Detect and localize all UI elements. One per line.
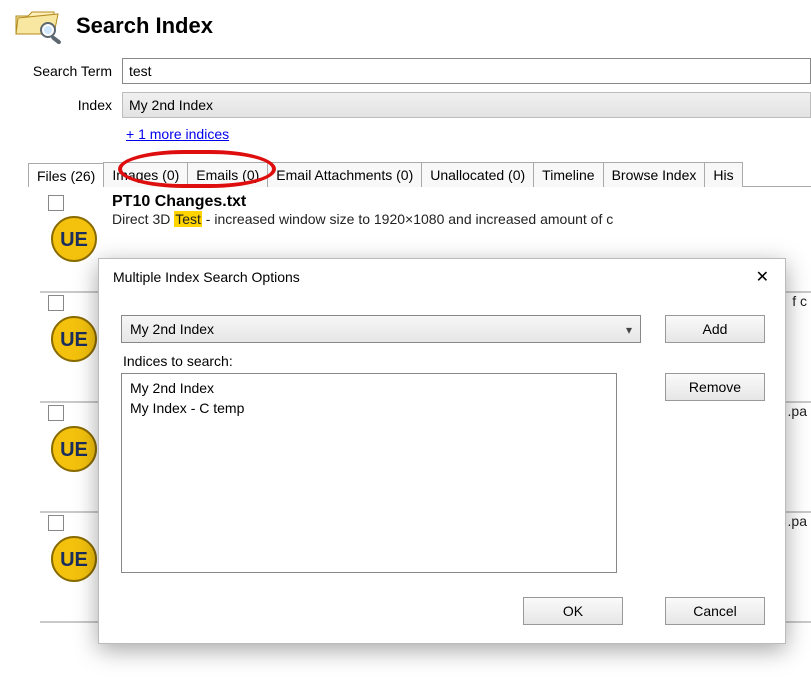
tab-unallocated[interactable]: Unallocated (0) xyxy=(421,162,534,187)
dialog-close-button[interactable]: ✕ xyxy=(750,267,775,287)
svg-text:UE: UE xyxy=(60,439,88,461)
remove-button[interactable]: Remove xyxy=(665,373,765,401)
search-term-label: Search Term xyxy=(14,63,122,79)
result-tabs: Files (26) Images (0) Emails (0) Email A… xyxy=(28,162,811,187)
list-item[interactable]: My 2nd Index xyxy=(130,378,608,398)
index-select-value: My 2nd Index xyxy=(130,321,214,337)
index-label: Index xyxy=(14,97,122,113)
ultraedit-icon: UE xyxy=(50,535,98,583)
index-row: Index My 2nd Index xyxy=(0,88,811,122)
index-dropdown-value: My 2nd Index xyxy=(129,97,213,113)
svg-text:UE: UE xyxy=(60,229,88,251)
svg-text:UE: UE xyxy=(60,549,88,571)
cancel-button[interactable]: Cancel xyxy=(665,597,765,625)
app-header: Search Index xyxy=(0,0,811,54)
ultraedit-icon: UE xyxy=(50,425,98,473)
indices-listbox[interactable]: My 2nd Index My Index - C temp xyxy=(121,373,617,573)
dialog-titlebar: Multiple Index Search Options ✕ xyxy=(99,259,785,295)
search-folder-icon xyxy=(14,8,64,44)
result-snippet: Direct 3D Test - increased window size t… xyxy=(112,211,811,227)
more-indices-link[interactable]: + 1 more indices xyxy=(122,124,233,144)
tab-emails[interactable]: Emails (0) xyxy=(187,162,268,187)
svg-text:UE: UE xyxy=(60,329,88,351)
add-button[interactable]: Add xyxy=(665,315,765,343)
tab-email-attachments[interactable]: Email Attachments (0) xyxy=(267,162,422,187)
snippet-match: Test xyxy=(174,211,202,227)
snippet-after: - increased window size to 1920×1080 and… xyxy=(202,211,613,227)
chevron-down-icon xyxy=(620,321,632,337)
result-checkbox[interactable] xyxy=(48,295,64,311)
list-item[interactable]: My Index - C temp xyxy=(130,398,608,418)
result-file-title: PT10 Changes.txt xyxy=(112,193,811,211)
search-term-input[interactable] xyxy=(122,58,811,84)
tab-browse-index[interactable]: Browse Index xyxy=(603,162,706,187)
result-checkbox[interactable] xyxy=(48,515,64,531)
ultraedit-icon: UE xyxy=(50,215,98,263)
snippet-before: Direct 3D xyxy=(112,211,174,227)
tab-images[interactable]: Images (0) xyxy=(103,162,188,187)
tab-files[interactable]: Files (26) xyxy=(28,163,104,187)
index-dropdown[interactable]: My 2nd Index xyxy=(122,92,811,118)
dialog-columns: My 2nd Index My Index - C temp Remove xyxy=(121,373,765,573)
multiple-index-dialog: Multiple Index Search Options ✕ My 2nd I… xyxy=(98,258,786,644)
result-checkbox[interactable] xyxy=(48,405,64,421)
indices-to-search-label: Indices to search: xyxy=(123,353,765,369)
search-term-row: Search Term xyxy=(0,54,811,88)
ok-button[interactable]: OK xyxy=(523,597,623,625)
tab-timeline[interactable]: Timeline xyxy=(533,162,603,187)
close-icon: ✕ xyxy=(756,269,769,286)
page-title: Search Index xyxy=(76,13,213,39)
result-checkbox[interactable] xyxy=(48,195,64,211)
dialog-title: Multiple Index Search Options xyxy=(113,269,300,285)
dialog-footer: OK Cancel xyxy=(99,581,785,643)
index-select[interactable]: My 2nd Index xyxy=(121,315,641,343)
tab-history-partial[interactable]: His xyxy=(704,162,742,187)
dialog-body: My 2nd Index Add Indices to search: My 2… xyxy=(99,295,785,581)
ultraedit-icon: UE xyxy=(50,315,98,363)
dialog-select-row: My 2nd Index Add xyxy=(121,315,765,343)
